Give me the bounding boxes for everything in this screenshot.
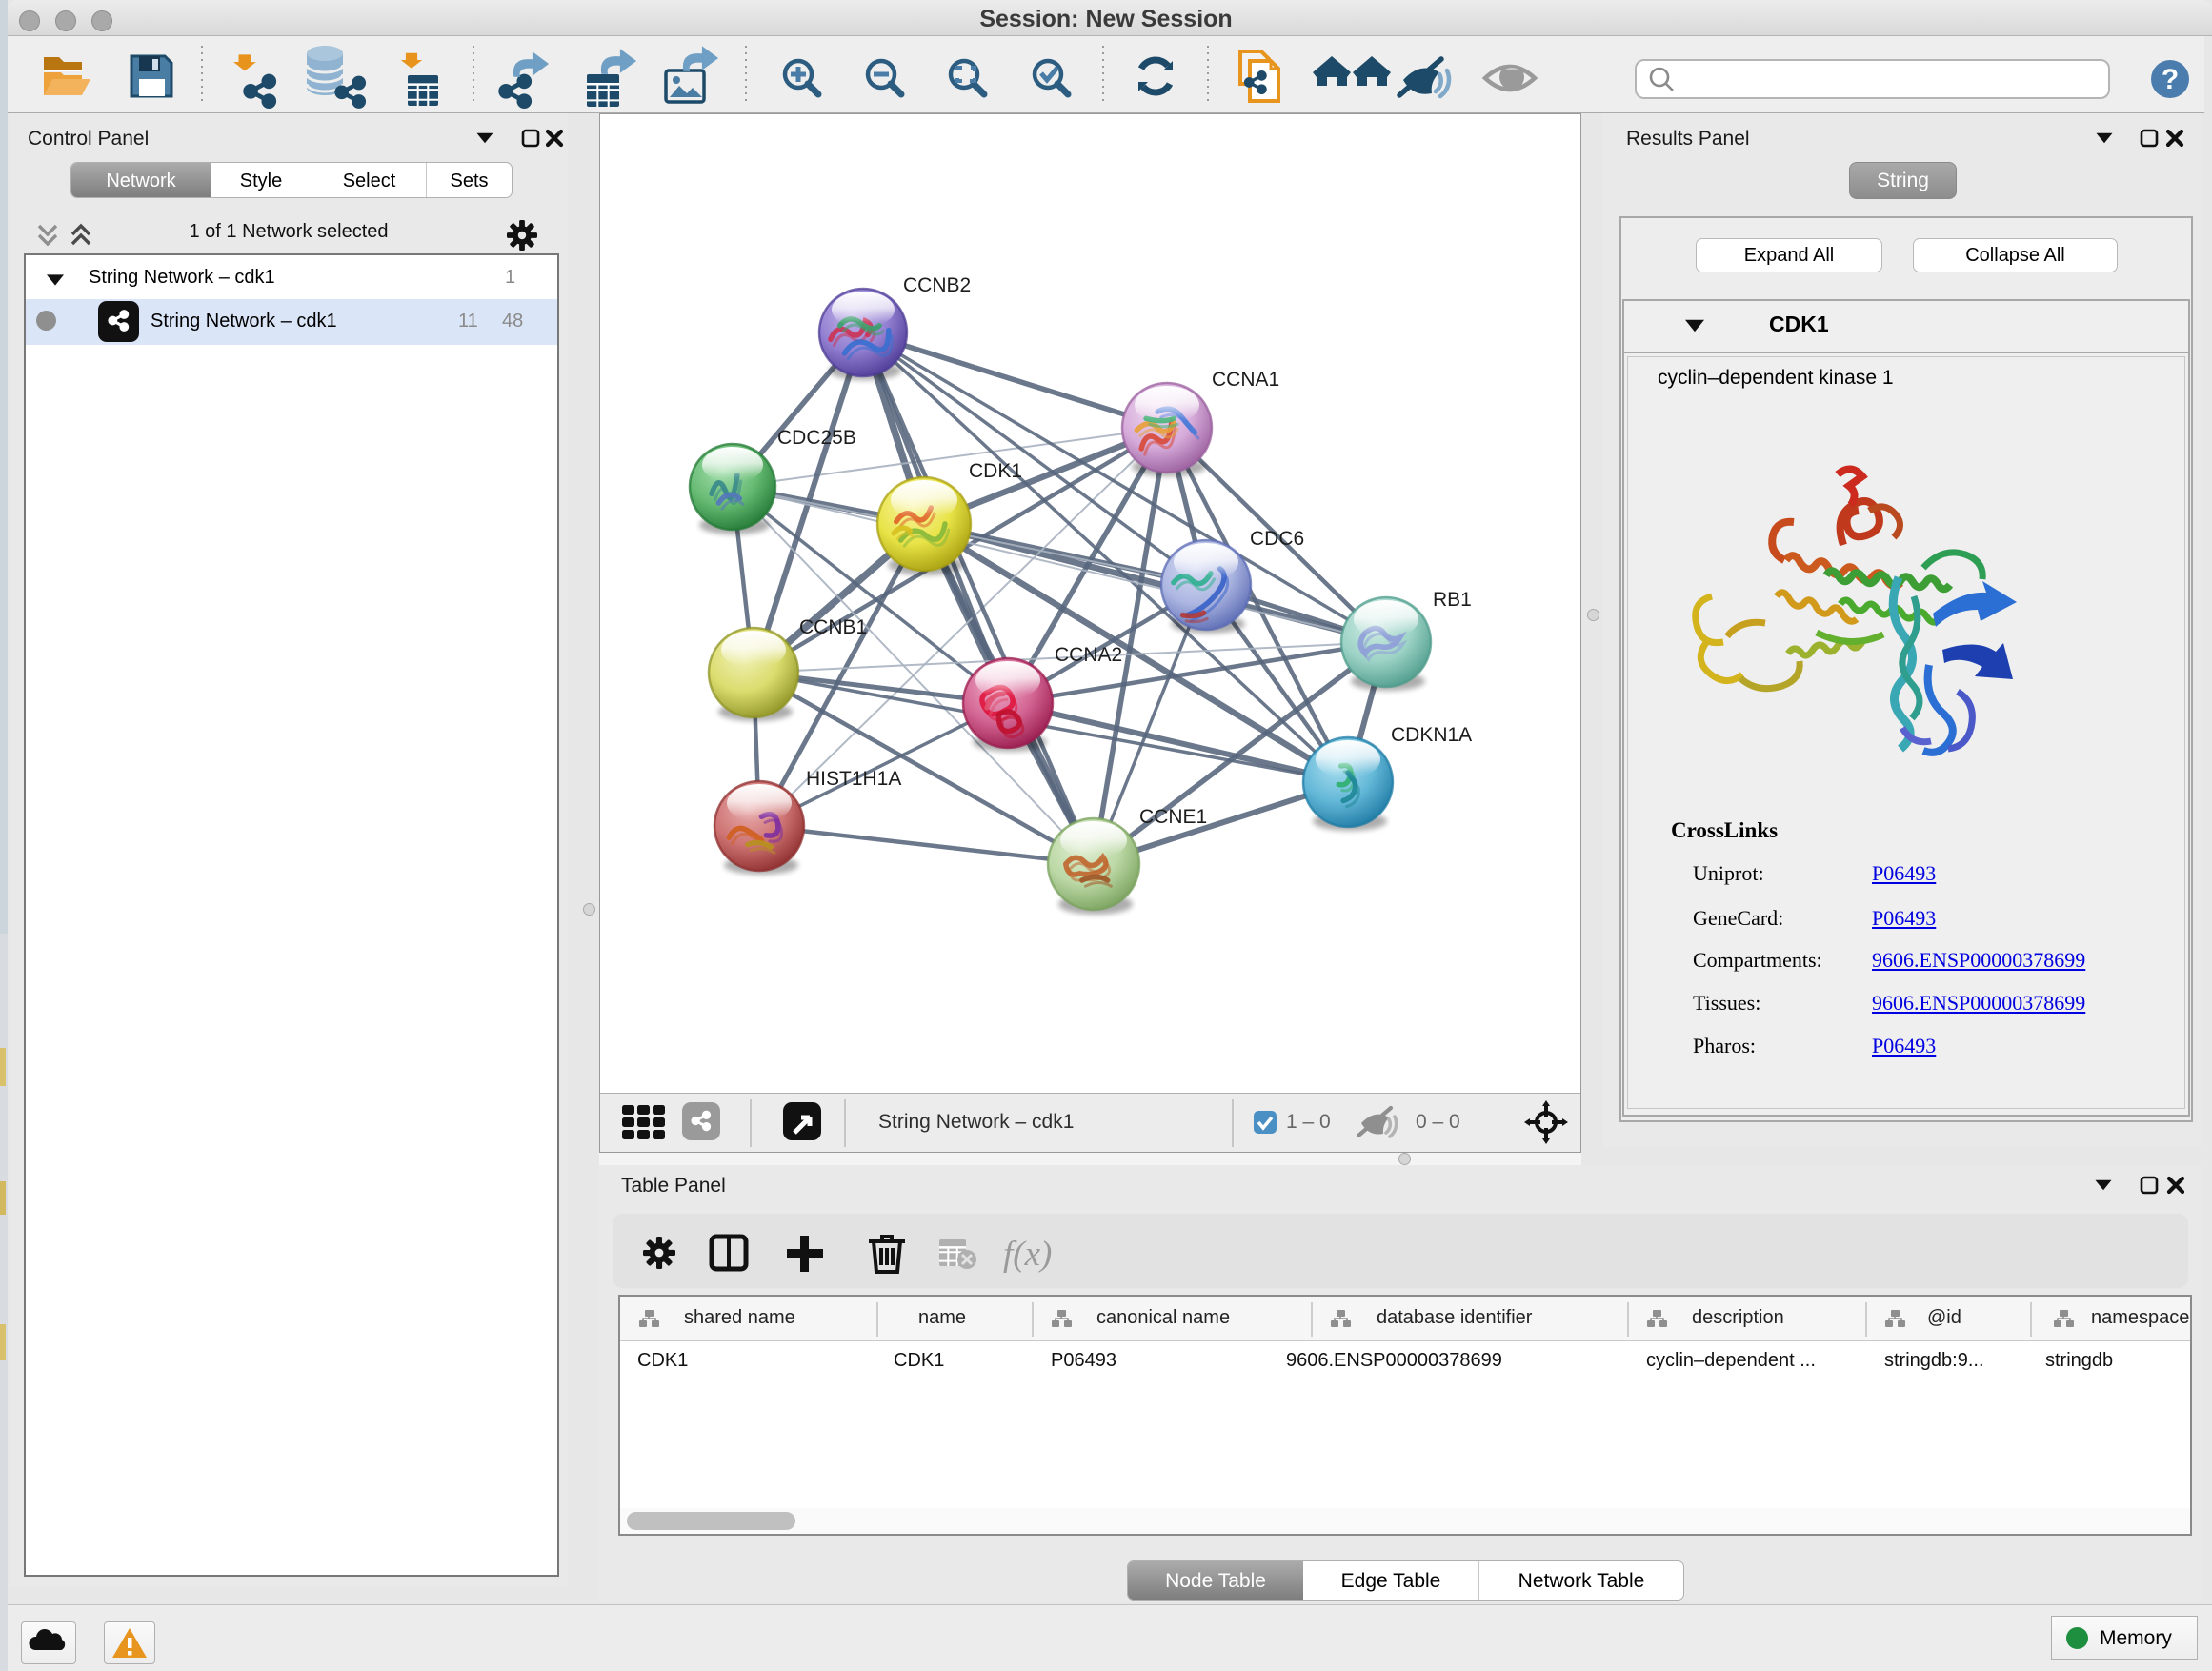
svg-text:CCNE1: CCNE1 <box>1139 806 1207 828</box>
svg-text:CDC25B: CDC25B <box>777 427 856 449</box>
svg-text:RB1: RB1 <box>1433 589 1472 611</box>
svg-text:HIST1H1A: HIST1H1A <box>806 768 901 790</box>
svg-text:CCNB2: CCNB2 <box>903 274 971 296</box>
svg-text:CCNB1: CCNB1 <box>799 616 867 638</box>
svg-text:CDK1: CDK1 <box>969 460 1022 482</box>
svg-text:?: ? <box>2162 64 2179 95</box>
svg-text:CDC6: CDC6 <box>1250 528 1304 550</box>
svg-text:CCNA2: CCNA2 <box>1055 644 1122 666</box>
svg-text:f(x): f(x) <box>1003 1235 1052 1274</box>
svg-text:CDKN1A: CDKN1A <box>1391 724 1472 746</box>
svg-text:CCNA1: CCNA1 <box>1212 369 1279 391</box>
